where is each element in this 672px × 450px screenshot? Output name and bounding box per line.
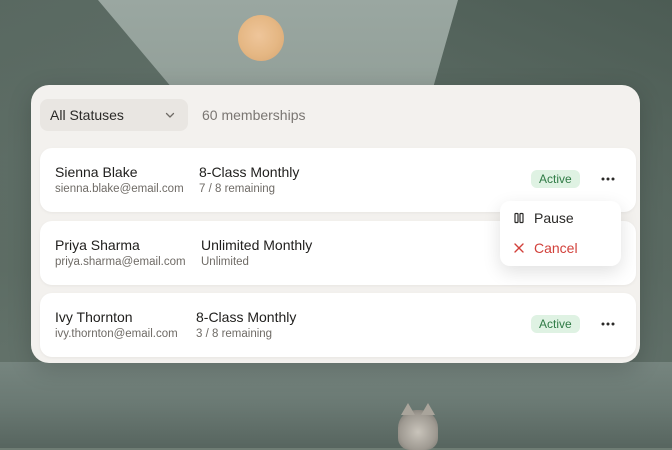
plan-name: 8-Class Monthly [196, 309, 297, 325]
close-icon [514, 243, 524, 253]
chevron-down-icon [165, 112, 175, 118]
membership-count: 60 memberships [202, 107, 306, 123]
row-actions-button[interactable] [598, 314, 618, 334]
member-email: priya.sharma@email.com [55, 256, 186, 268]
row-actions-button[interactable] [598, 169, 618, 189]
member-email: sienna.blake@email.com [55, 183, 184, 195]
pause-icon [514, 212, 524, 224]
moon [238, 15, 284, 61]
plan-name: 8-Class Monthly [199, 164, 300, 180]
more-horizontal-icon [601, 177, 615, 181]
plan-remaining: Unlimited [201, 256, 249, 268]
menu-item-label: Pause [534, 210, 574, 226]
row-actions-menu: Pause Cancel [500, 201, 621, 266]
member-email: ivy.thornton@email.com [55, 328, 178, 340]
status-badge: Active [531, 170, 580, 188]
plan-remaining: 3 / 8 remaining [196, 328, 273, 340]
membership-row[interactable]: Ivy Thornton ivy.thornton@email.com 8-Cl… [40, 293, 636, 357]
member-name: Sienna Blake [55, 164, 138, 180]
more-horizontal-icon [601, 322, 615, 326]
status-filter-select[interactable]: All Statuses [40, 99, 188, 131]
lake [0, 362, 672, 448]
plan-name: Unlimited Monthly [201, 237, 313, 253]
cat [398, 403, 438, 450]
menu-item-pause[interactable]: Pause [500, 203, 621, 233]
menu-item-cancel[interactable]: Cancel [500, 233, 621, 263]
status-filter-label: All Statuses [50, 107, 124, 123]
plan-remaining: 7 / 8 remaining [199, 183, 276, 195]
status-badge: Active [531, 315, 580, 333]
member-name: Ivy Thornton [55, 309, 133, 325]
member-name: Priya Sharma [55, 237, 140, 253]
menu-item-label: Cancel [534, 240, 578, 256]
